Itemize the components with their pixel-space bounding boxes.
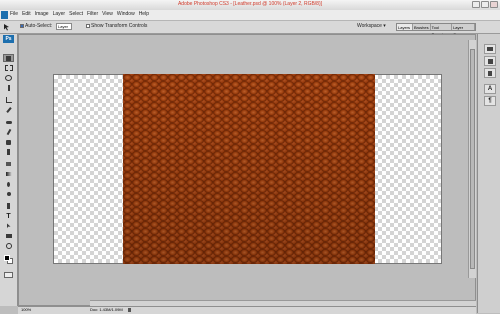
window-title: Adobe Photoshop CS3 - [Leather.psd @ 100… (177, 1, 323, 7)
healing-icon (5, 120, 12, 124)
status-arrow-icon[interactable] (128, 308, 135, 312)
stamp-icon (6, 139, 11, 145)
blur-tool-button[interactable] (3, 180, 14, 188)
character-panel-button[interactable]: A (484, 84, 496, 94)
menu-filter[interactable]: Filter (87, 11, 98, 17)
navigator-panel-button[interactable] (484, 44, 496, 54)
workspace-menu[interactable]: Workspace ▾ (357, 23, 386, 29)
paragraph-panel-button[interactable]: ¶ (484, 96, 496, 106)
gradient-icon (5, 172, 12, 176)
history-brush-tool-button[interactable] (3, 148, 14, 156)
panel-tab-layers[interactable]: Layers × (397, 24, 413, 37)
panel-tab-brushes[interactable]: Brushes (413, 24, 431, 30)
maximize-button[interactable] (481, 1, 489, 8)
type-tool-button[interactable]: T (3, 212, 14, 220)
eraser-icon (6, 162, 11, 166)
history-panel-button[interactable] (484, 56, 496, 66)
pen-icon (7, 203, 10, 209)
zoom-tool-button[interactable] (3, 242, 14, 250)
pen-tool-button[interactable] (3, 202, 14, 210)
brush-icon (6, 128, 11, 136)
navigator-icon (487, 47, 493, 51)
zoom-level[interactable]: 100% (21, 307, 31, 313)
shape-tool-button[interactable] (3, 232, 14, 240)
lasso-tool-button[interactable] (3, 74, 14, 82)
options-bar: Auto-Select: Layer Show Transform Contro… (0, 21, 500, 37)
history-icon (487, 58, 493, 64)
photoshop-window: Adobe Photoshop CS3 - [Leather.psd @ 100… (0, 0, 500, 314)
vertical-scroll-thumb[interactable] (470, 49, 475, 269)
quick-select-tool-button[interactable] (3, 84, 14, 92)
toolbox: Ps T (0, 34, 18, 306)
transform-checkbox[interactable] (86, 23, 90, 28)
menu-window[interactable]: Window (117, 11, 135, 17)
move-icon (6, 55, 11, 61)
menu-view[interactable]: View (102, 11, 113, 17)
path-select-tool-button[interactable] (3, 222, 14, 230)
auto-select-option[interactable]: Auto-Select: (20, 23, 52, 29)
menu-bar: File Edit Image Layer Select Filter View… (0, 10, 500, 21)
paragraph-icon: ¶ (488, 98, 492, 104)
transform-option[interactable]: Show Transform Controls (86, 23, 147, 29)
eyedropper-icon (5, 107, 12, 113)
panel-tab-layer-comps[interactable]: Layer Comps (452, 24, 475, 37)
marquee-icon (4, 65, 13, 71)
actions-icon (488, 70, 492, 76)
menu-edit[interactable]: Edit (22, 11, 31, 17)
transform-label: Show Transform Controls (91, 23, 148, 29)
minimize-button[interactable] (472, 1, 480, 8)
menu-help[interactable]: Help (139, 11, 149, 17)
dodge-tool-button[interactable] (3, 190, 14, 198)
menu-file[interactable]: File (10, 11, 18, 17)
menu-image[interactable]: Image (35, 11, 49, 17)
rectangle-shape-icon (5, 234, 12, 238)
brush-tool-button[interactable] (3, 128, 14, 136)
menu-select[interactable]: Select (69, 11, 83, 17)
auto-select-dropdown[interactable]: Layer (56, 23, 72, 30)
move-tool-button[interactable] (3, 54, 14, 62)
blur-icon (7, 181, 10, 187)
panel-tab-tool-presets[interactable]: Tool Presets (431, 24, 453, 37)
panel-well: Layers × Brushes Tool Presets Layer Comp… (396, 23, 476, 37)
menu-layer[interactable]: Layer (53, 11, 66, 17)
lasso-icon (5, 75, 12, 81)
foreground-color-swatch[interactable] (4, 255, 10, 261)
crop-tool-button[interactable] (3, 96, 14, 104)
eyedropper-tool-button[interactable] (3, 106, 14, 114)
window-controls (472, 1, 498, 8)
auto-select-label: Auto-Select: (25, 23, 53, 29)
path-select-icon (6, 223, 11, 229)
type-icon: T (6, 212, 11, 220)
zoom-icon (5, 243, 12, 249)
app-logo-icon (1, 11, 8, 19)
leather-texture-layer[interactable] (123, 74, 375, 264)
actions-panel-button[interactable] (484, 68, 496, 78)
quick-mask-button[interactable] (4, 272, 13, 278)
clone-stamp-tool-button[interactable] (3, 138, 14, 146)
healing-tool-button[interactable] (3, 118, 14, 126)
marquee-tool-button[interactable] (3, 64, 14, 72)
document-size: Doc: 1.43M/1.09M (90, 307, 123, 312)
crop-icon (5, 97, 12, 103)
eraser-tool-button[interactable] (3, 160, 14, 168)
quick-select-icon (7, 85, 10, 91)
history-brush-icon (7, 149, 10, 155)
dodge-icon (6, 192, 11, 196)
gradient-tool-button[interactable] (3, 170, 14, 178)
panel-dock: A ¶ (477, 34, 500, 313)
auto-select-checkbox[interactable] (20, 23, 24, 28)
character-icon: A (487, 86, 493, 92)
ps-badge: Ps (3, 35, 14, 43)
move-tool-icon[interactable] (3, 23, 11, 31)
close-button[interactable] (490, 1, 498, 8)
vertical-scrollbar[interactable] (468, 40, 476, 278)
